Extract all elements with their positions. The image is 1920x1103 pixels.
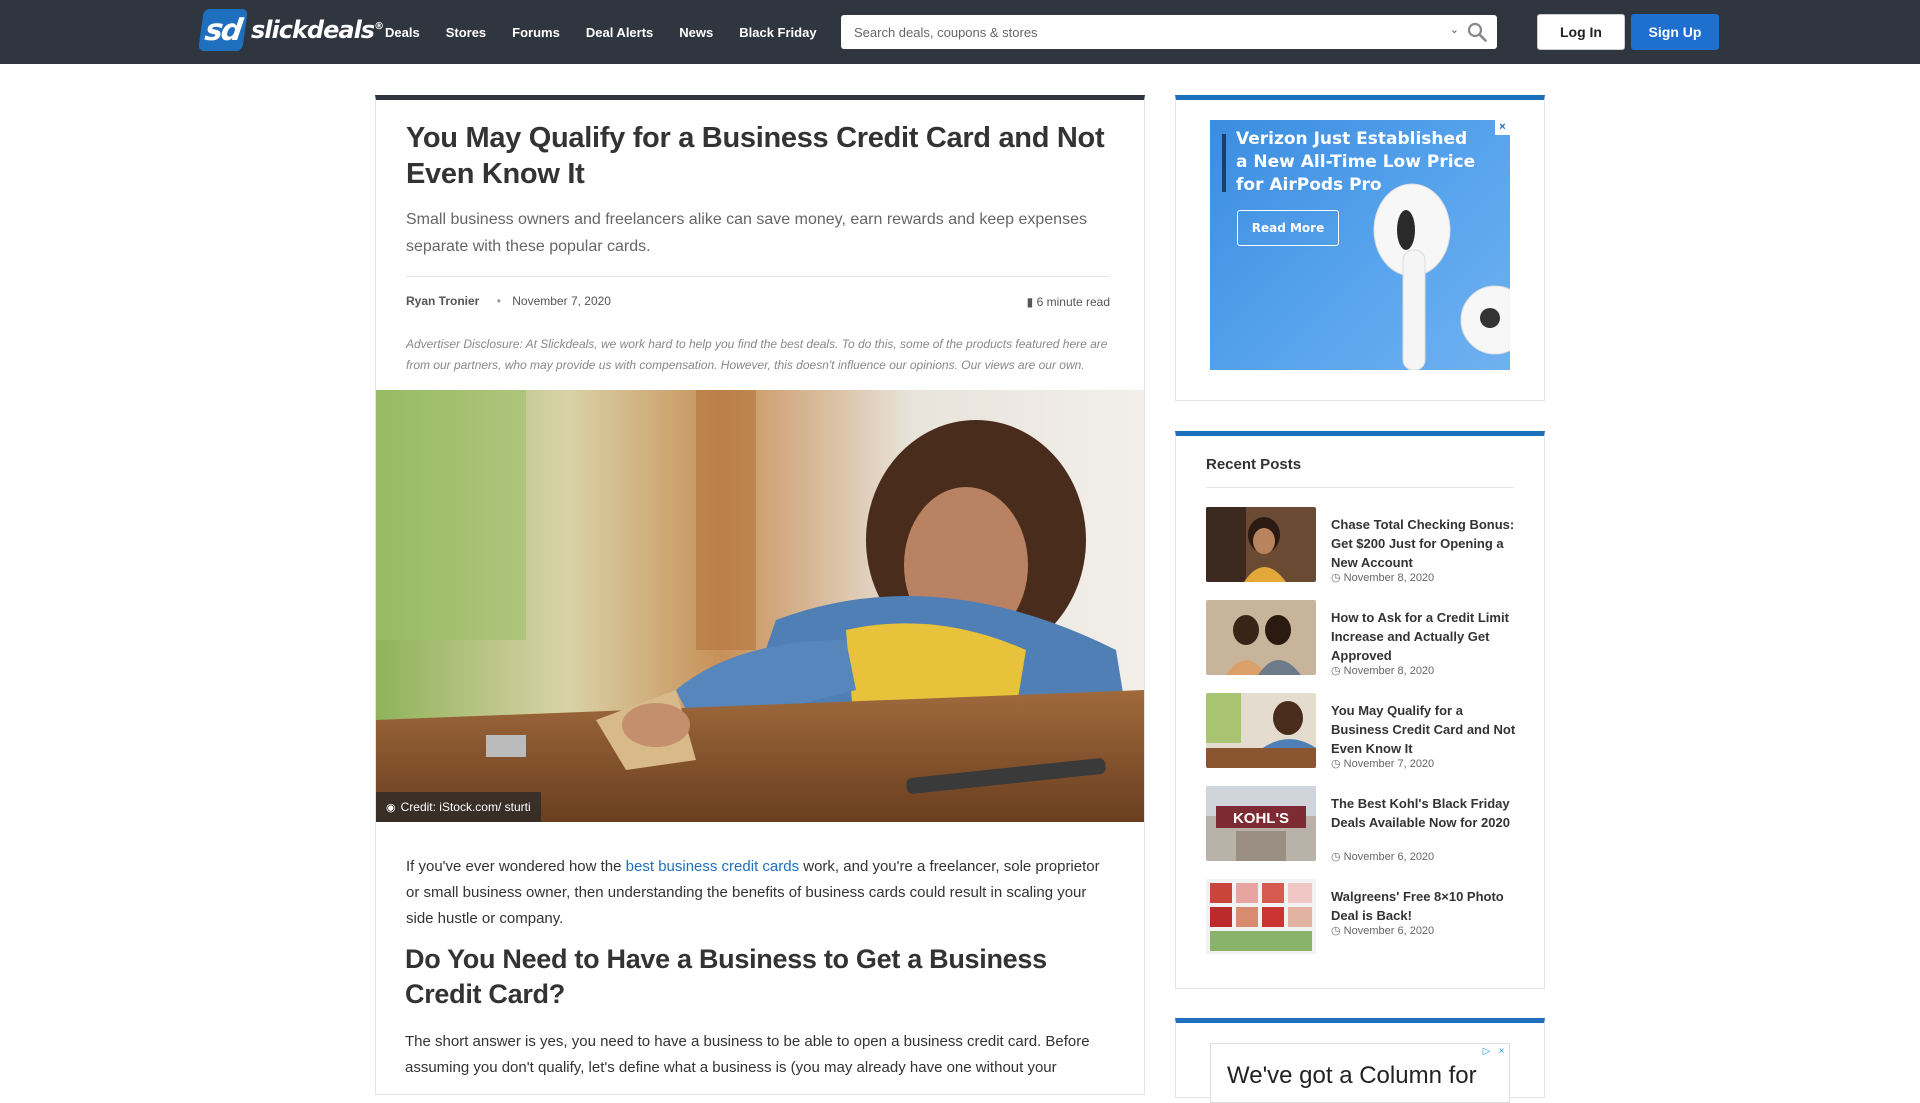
nav-news[interactable]: News <box>679 25 713 40</box>
author-link[interactable]: Ryan Tronier <box>406 294 479 308</box>
post-date: ◷ November 8, 2020 <box>1331 665 1435 677</box>
adchoices-icon[interactable]: ▷ <box>1479 1044 1494 1059</box>
recent-post-item[interactable]: Chase Total Checking Bonus: Get $200 Jus… <box>1206 507 1544 600</box>
post-thumbnail[interactable] <box>1206 600 1316 675</box>
bookmark-icon: ▮ <box>1026 295 1034 309</box>
article-paragraph-1: If you've ever wondered how the best bus… <box>406 858 1100 927</box>
ad-close-icon[interactable]: × <box>1495 120 1510 135</box>
recent-post-item[interactable]: KOHL'S The Best Kohl's Black Friday Deal… <box>1206 786 1544 879</box>
article-paragraph-2: The short answer is yes, you need to hav… <box>405 1033 1090 1076</box>
clock-icon: ◷ <box>1331 665 1341 677</box>
clock-icon: ◷ <box>1331 851 1341 863</box>
post-date: ◷ November 6, 2020 <box>1331 925 1435 937</box>
post-thumbnail[interactable]: KOHL'S <box>1206 786 1316 861</box>
logo-mark-icon: sd <box>198 9 248 51</box>
nav-deals[interactable]: Deals <box>385 25 420 40</box>
post-date: ◷ November 7, 2020 <box>1331 758 1435 770</box>
signup-button[interactable]: Sign Up <box>1631 14 1719 50</box>
recent-post-item[interactable]: How to Ask for a Credit Limit Increase a… <box>1206 600 1544 693</box>
top-navigation-bar: sd slickdeals® Deals Stores Forums Deal … <box>0 0 1920 64</box>
search-box: ⌄ <box>841 15 1497 49</box>
main-nav: Deals Stores Forums Deal Alerts News Bla… <box>385 0 843 64</box>
recent-posts-card: Recent Posts Chase Total Checking Bonus:… <box>1175 431 1545 989</box>
publish-date: November 7, 2020 <box>512 294 611 308</box>
hero-image: ◉ Credit: iStock.com/ sturti <box>376 390 1144 822</box>
camera-icon: ◉ <box>386 801 396 814</box>
read-time: ▮ 6 minute read <box>1026 295 1110 309</box>
section-heading: Do You Need to Have a Business to Get a … <box>405 944 1047 1009</box>
adchoices[interactable]: ▷ × <box>1479 1044 1509 1059</box>
ad-text: We've got a Column for <box>1227 1062 1477 1089</box>
image-credit: ◉ Credit: iStock.com/ sturti <box>376 792 541 822</box>
post-title[interactable]: You May Qualify for a Business Credit Ca… <box>1331 701 1516 758</box>
sidebar-ad-card-2: We've got a Column for ▷ × <box>1175 1018 1545 1103</box>
article-meta: Ryan Tronier • November 7, 2020 ▮ 6 minu… <box>406 276 1110 320</box>
kohls-sign-text: KOHL'S <box>1233 810 1289 827</box>
slickdeals-logo[interactable]: sd slickdeals® <box>198 8 384 52</box>
post-date: ◷ November 6, 2020 <box>1331 851 1435 863</box>
ad-accent-bar <box>1222 134 1226 192</box>
recent-posts-title: Recent Posts <box>1206 436 1514 488</box>
clock-icon: ◷ <box>1331 925 1341 937</box>
nav-forums[interactable]: Forums <box>512 25 560 40</box>
post-title[interactable]: Walgreens' Free 8×10 Photo Deal is Back! <box>1331 887 1516 925</box>
logo-wordmark: slickdeals® <box>251 16 384 44</box>
post-title[interactable]: How to Ask for a Credit Limit Increase a… <box>1331 608 1516 665</box>
woman-sanding-table-image <box>376 390 1144 822</box>
airpods-ad[interactable]: Verizon Just Established a New All-Time … <box>1210 120 1510 370</box>
nav-deal-alerts[interactable]: Deal Alerts <box>586 25 653 40</box>
recent-post-item[interactable]: Walgreens' Free 8×10 Photo Deal is Back!… <box>1206 879 1544 972</box>
article-subtitle: Small business owners and freelancers al… <box>406 211 1087 255</box>
post-thumbnail[interactable] <box>1206 507 1316 582</box>
article-title: You May Qualify for a Business Credit Ca… <box>406 122 1105 190</box>
airpods-image <box>1373 183 1510 370</box>
ad-read-more-button[interactable]: Read More <box>1237 210 1339 246</box>
post-title[interactable]: The Best Kohl's Black Friday Deals Avail… <box>1331 794 1516 832</box>
column-ad[interactable]: We've got a Column for ▷ × <box>1210 1043 1510 1103</box>
advertiser-disclosure: Advertiser Disclosure: At Slickdeals, we… <box>406 337 1108 372</box>
login-button[interactable]: Log In <box>1537 14 1625 50</box>
meta-separator: • <box>496 294 501 308</box>
ad-close-icon[interactable]: × <box>1494 1044 1509 1059</box>
sidebar-ad-card: Verizon Just Established a New All-Time … <box>1175 95 1545 401</box>
search-scope-chevron-down-icon[interactable]: ⌄ <box>1450 23 1459 36</box>
post-thumbnail[interactable] <box>1206 879 1316 954</box>
post-thumbnail[interactable] <box>1206 693 1316 768</box>
search-input[interactable] <box>841 15 1401 49</box>
recent-post-item[interactable]: You May Qualify for a Business Credit Ca… <box>1206 693 1544 786</box>
clock-icon: ◷ <box>1331 572 1341 584</box>
clock-icon: ◷ <box>1331 758 1341 770</box>
search-icon[interactable] <box>1467 22 1487 42</box>
nav-black-friday[interactable]: Black Friday <box>739 25 816 40</box>
post-title[interactable]: Chase Total Checking Bonus: Get $200 Jus… <box>1331 515 1516 572</box>
best-business-credit-cards-link[interactable]: best business credit cards <box>626 858 799 875</box>
nav-stores[interactable]: Stores <box>446 25 486 40</box>
post-date: ◷ November 8, 2020 <box>1331 572 1435 584</box>
